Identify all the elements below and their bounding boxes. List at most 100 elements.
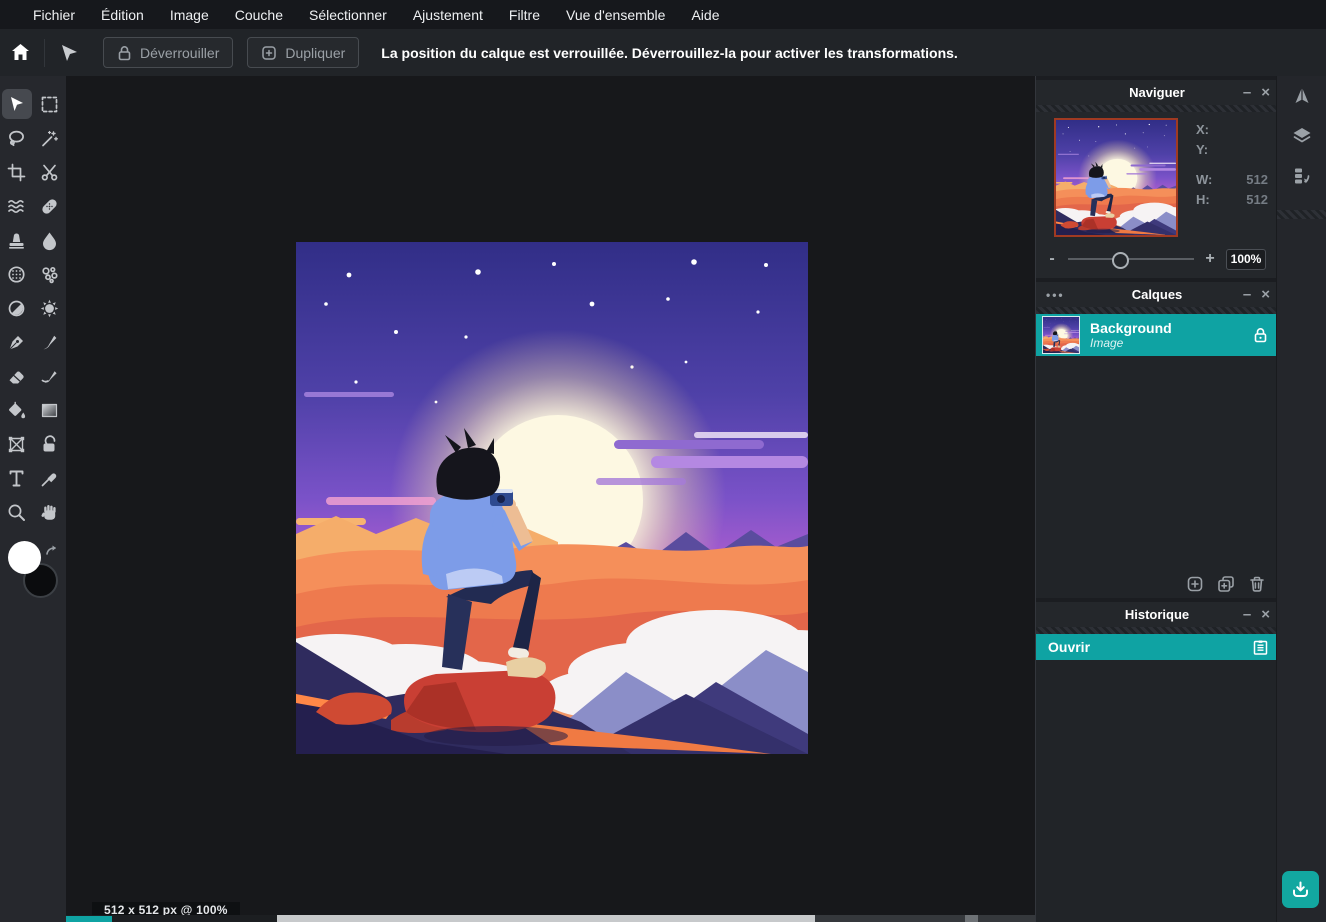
healing-brush-tool-icon[interactable] [35,191,65,221]
blur-tool-icon[interactable] [35,225,65,255]
foreground-color-swatch[interactable] [8,541,41,574]
navigator-panel-header[interactable]: Naviguer – × [1036,80,1278,105]
navigator-strip-icon[interactable] [1277,76,1326,116]
menu-couche[interactable]: Couche [222,7,296,23]
layer-thumbnail[interactable] [1042,316,1080,354]
dodge-burn-tool-icon[interactable] [2,293,32,323]
horizontal-scrollbar[interactable] [66,915,1035,922]
navigator-zoom-slider[interactable] [1068,252,1194,269]
zoom-in-button[interactable]: + [1202,250,1218,268]
unlock-button-label: Déverrouiller [140,44,220,61]
history-panel-title: Historique [1124,607,1190,622]
x-value [1224,122,1268,137]
menu-vue-densemble[interactable]: Vue d'ensemble [553,7,678,23]
menu-image[interactable]: Image [157,7,222,23]
liquify-tool-icon[interactable] [2,191,32,221]
history-panel: Historique – × Ouvrir [1036,602,1278,922]
close-icon[interactable]: × [1261,85,1270,100]
navigator-thumbnail[interactable] [1054,118,1178,237]
layers-panel-buttons [1036,570,1278,598]
layers-panel-header[interactable]: ••• Calques – × [1036,282,1278,307]
layer-row-background[interactable]: Background Image [1036,314,1278,356]
paint-bucket-tool-icon[interactable] [2,395,32,425]
history-panel-header[interactable]: Historique – × [1036,602,1278,627]
zoom-slider-knob[interactable] [1112,252,1129,269]
panel-grip [1036,627,1278,634]
h-value: 512 [1246,192,1268,207]
history-strip-icon[interactable] [1277,156,1326,196]
duplicate-button[interactable]: Dupliquer [247,37,360,68]
eyedropper-tool-icon[interactable] [35,463,65,493]
history-panel-body[interactable] [1036,660,1278,922]
hand-tool-icon[interactable] [35,497,65,527]
marquee-select-tool-icon[interactable] [35,89,65,119]
y-label: Y: [1196,142,1209,157]
menu-filtre[interactable]: Filtre [496,7,553,23]
menu-fichier[interactable]: Fichier [20,7,88,23]
delete-layer-icon[interactable] [1248,575,1266,593]
zoom-out-button[interactable]: - [1044,250,1060,268]
minimize-icon[interactable]: – [1243,607,1251,622]
menu-edition[interactable]: Édition [88,7,157,23]
layer-thumbnail-image [1043,317,1079,353]
particles-tool-icon[interactable] [35,259,65,289]
free-transform-tool-icon[interactable] [2,429,32,459]
duplicate-icon [262,45,277,60]
crop-tool-icon[interactable] [2,157,32,187]
layer-lock-icon[interactable] [1253,327,1268,343]
menu-selectionner[interactable]: Sélectionner [296,7,400,23]
menu-ajustement[interactable]: Ajustement [400,7,496,23]
zoom-tool-icon[interactable] [2,497,32,527]
close-icon[interactable]: × [1261,287,1270,302]
navigator-info: X: Y: W: 512 H: 512 [1196,122,1268,212]
sphere-warp-tool-icon[interactable] [2,259,32,289]
zoom-value-input[interactable]: 100% [1226,248,1266,270]
pen-tool-icon[interactable] [2,327,32,357]
navigator-panel-title: Naviguer [1129,85,1185,100]
layers-strip-icon[interactable] [1277,116,1326,156]
export-button[interactable] [1282,871,1319,908]
move-tool-indicator-icon[interactable] [57,41,81,65]
gradient-tool-icon[interactable] [35,395,65,425]
slice-tool-icon[interactable] [35,157,65,187]
canvas-area[interactable]: 512 x 512 px @ 100% [66,76,1035,922]
canvas-document[interactable] [296,242,808,754]
clone-stamp-tool-icon[interactable] [2,225,32,255]
layer-locked-message: La position du calque est verrouillée. D… [381,44,958,61]
options-toolbar: Déverrouiller Dupliquer La position du c… [0,29,1326,76]
lock-icon [118,45,131,60]
strip-grip [1277,210,1326,219]
panel-menu-icon[interactable]: ••• [1046,288,1065,302]
menu-aide[interactable]: Aide [678,7,732,23]
x-label: X: [1196,122,1209,137]
home-icon[interactable] [8,41,32,65]
eraser-tool-icon[interactable] [2,361,32,391]
sharpen-tool-icon[interactable] [35,293,65,323]
swap-colors-icon[interactable] [44,543,60,559]
navigator-panel: Naviguer – × X: Y: W: 512 H: 512 - + 100… [1036,80,1278,278]
minimize-icon[interactable]: – [1243,287,1251,302]
text-tool-icon[interactable] [2,463,32,493]
layers-panel-title: Calques [1131,287,1183,302]
history-entry-ouvrir[interactable]: Ouvrir [1036,634,1278,660]
h-label: H: [1196,192,1210,207]
layer-meta: Background Image [1090,320,1253,350]
lasso-tool-icon[interactable] [2,123,32,153]
layers-panel-body[interactable] [1036,356,1278,570]
magic-wand-tool-icon[interactable] [35,123,65,153]
duplicate-layer-icon[interactable] [1217,575,1235,593]
move-tool-icon[interactable] [1,89,32,119]
history-entry-icon [1252,639,1269,656]
mixer-brush-tool-icon[interactable] [35,361,65,391]
brush-tool-icon[interactable] [35,327,65,357]
unlock-button[interactable]: Déverrouiller [103,37,234,68]
toolbar-separator [44,38,45,67]
add-layer-icon[interactable] [1186,575,1204,593]
minimize-icon[interactable]: – [1243,85,1251,100]
menu-bar: Fichier Édition Image Couche Sélectionne… [0,0,1326,29]
scrollbar-thumb[interactable] [277,915,815,922]
close-icon[interactable]: × [1261,607,1270,622]
shape-tool-icon[interactable] [35,429,65,459]
canvas-artwork [296,242,808,754]
scrollbar-notch [965,915,978,922]
